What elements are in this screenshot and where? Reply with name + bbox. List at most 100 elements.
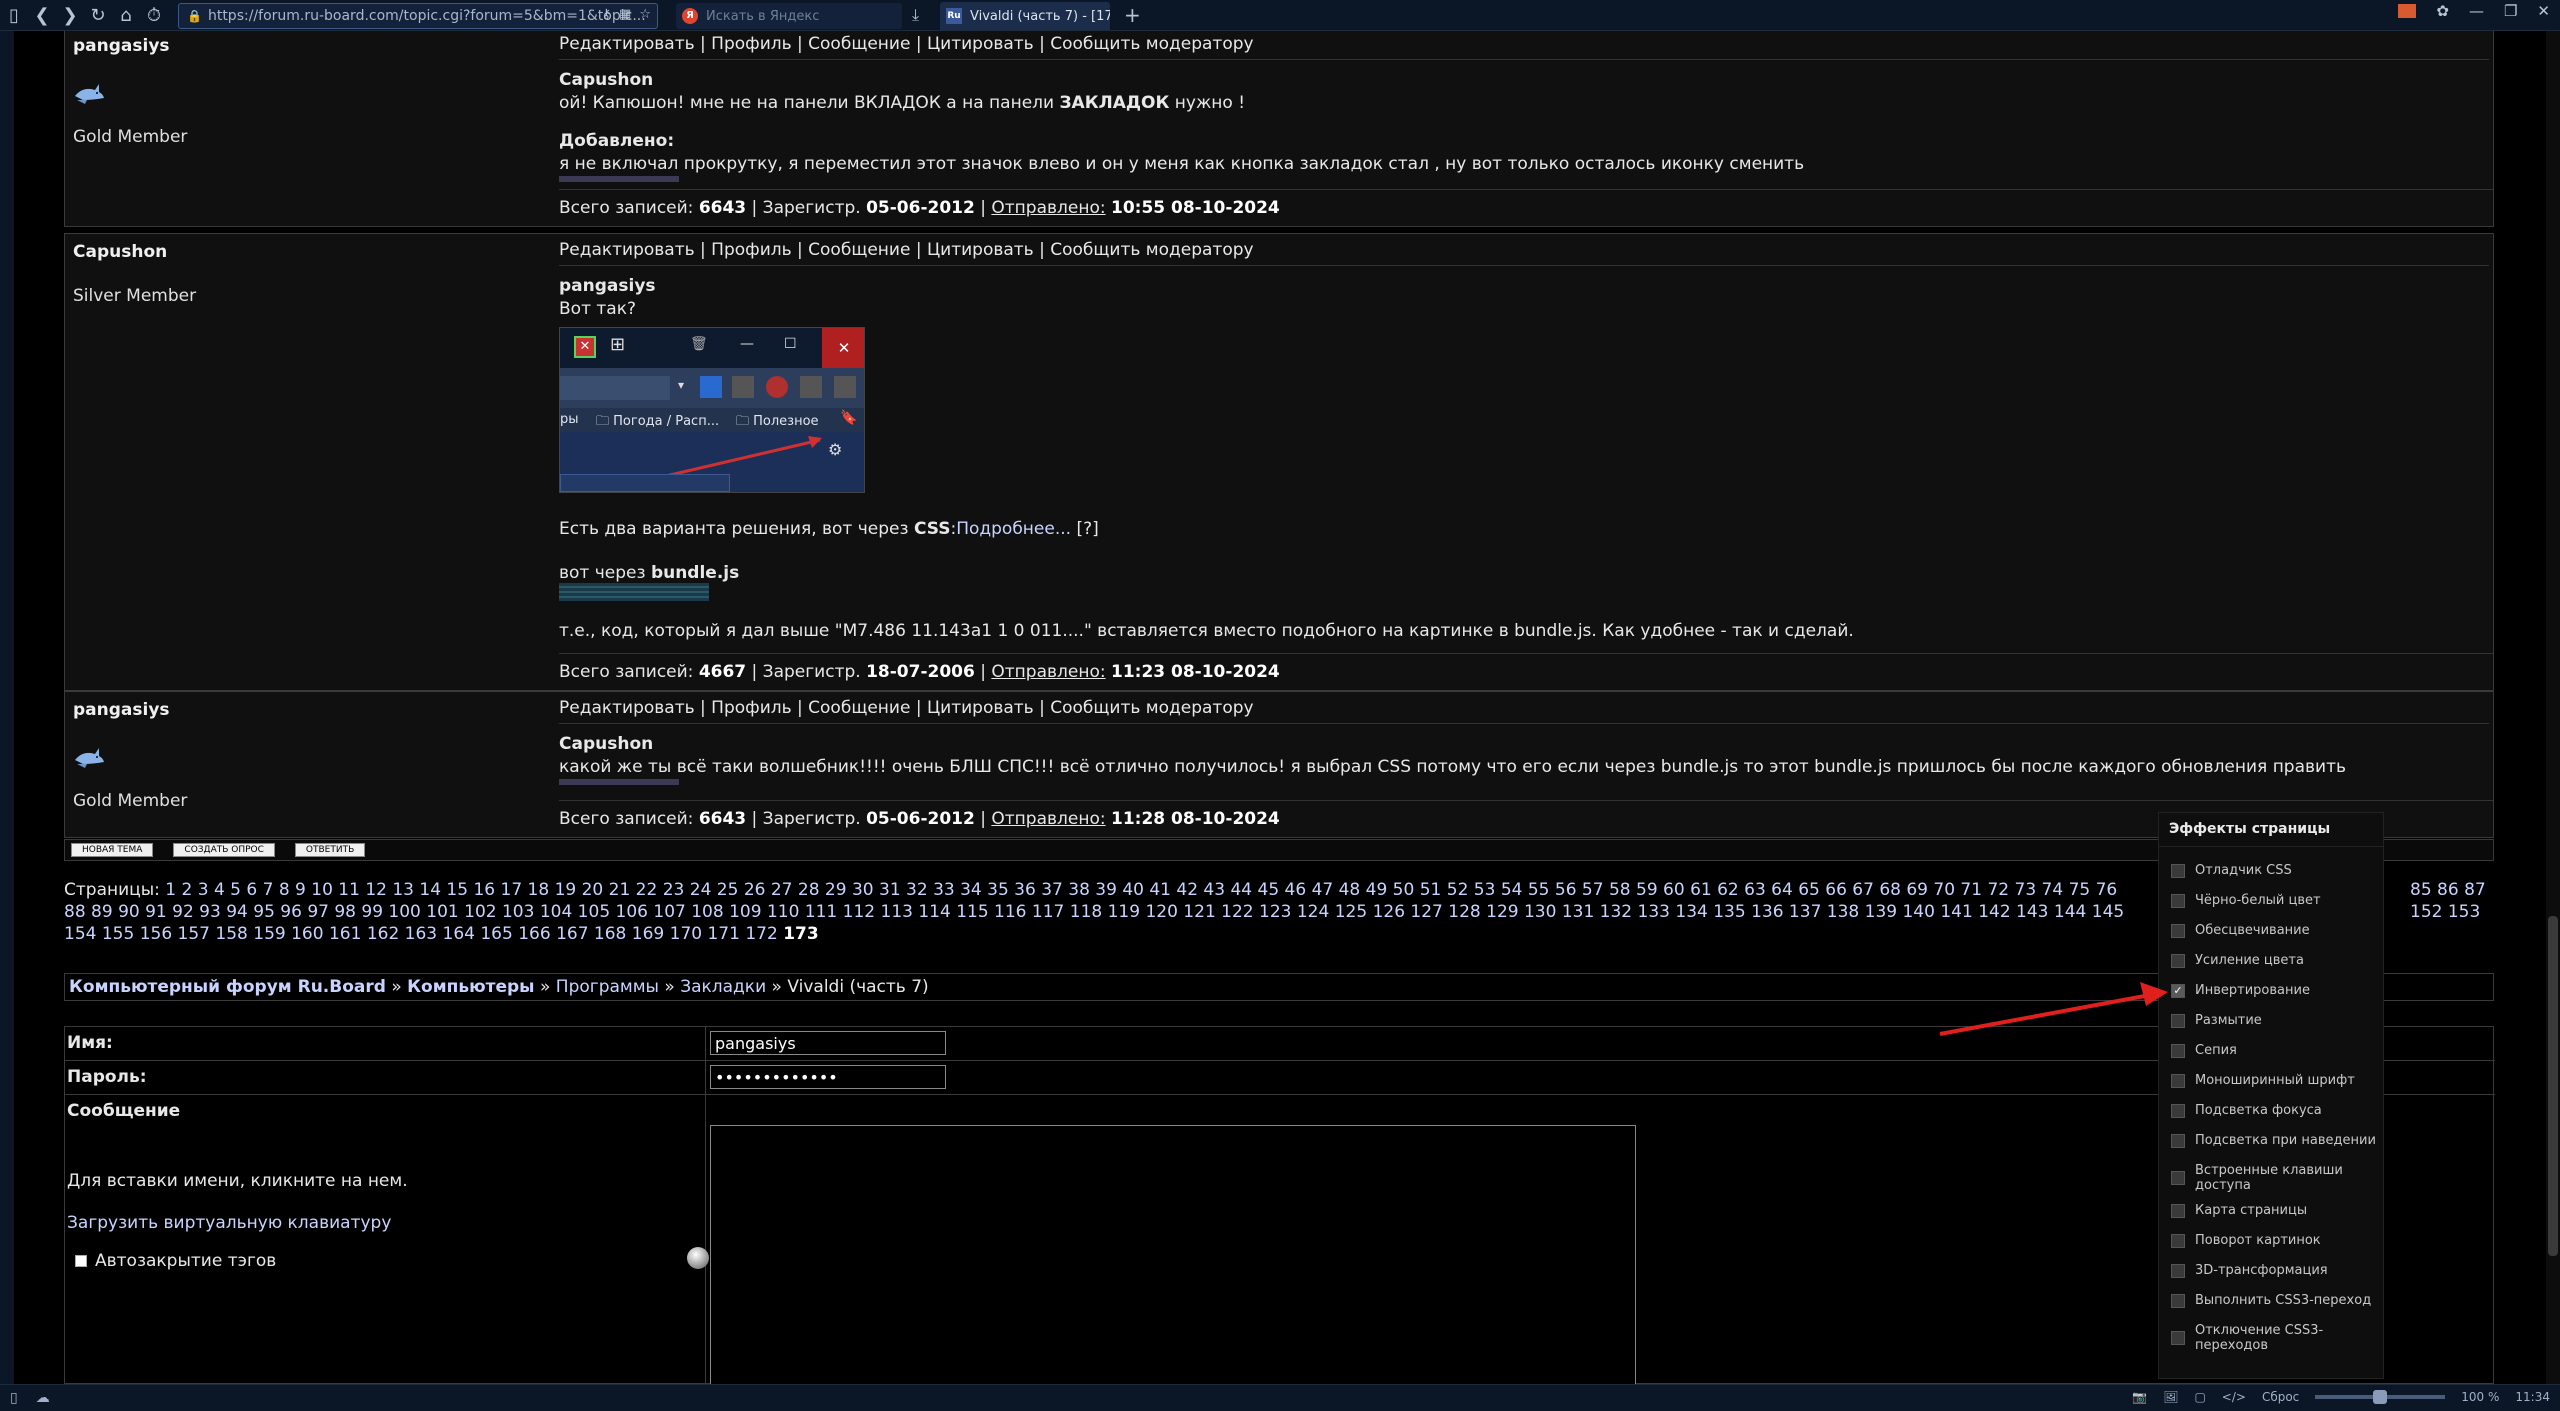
virtual-keyboard-link[interactable]: Загрузить виртуальную клавиатуру <box>67 1213 391 1233</box>
address-bar[interactable]: 🔒 https://forum.ru-board.com/topic.cgi?f… <box>178 3 658 29</box>
autoclose-tags-option[interactable]: Автозакрытие тэгов <box>75 1251 276 1271</box>
effect-checkbox[interactable] <box>2171 1103 2185 1118</box>
effect-option[interactable]: Карта страницы <box>2171 1203 2381 1218</box>
breadcrumb-sub[interactable]: Программы <box>556 977 659 997</box>
effect-option[interactable]: Моноширинный шрифт <box>2171 1073 2381 1088</box>
effect-option[interactable]: Выполнить CSS3-переход <box>2171 1293 2381 1308</box>
effect-checkbox[interactable] <box>2171 893 2185 908</box>
effect-option[interactable]: Усиление цвета <box>2171 953 2381 968</box>
effect-checkbox[interactable] <box>2171 923 2185 938</box>
minimize-icon[interactable]: — <box>2469 2 2484 20</box>
breadcrumb-section[interactable]: Компьютеры <box>407 977 534 997</box>
effect-option[interactable]: Поворот картинок <box>2171 1233 2381 1248</box>
password-label: Пароль: <box>67 1067 147 1087</box>
reply-button[interactable]: ОТВЕТИТЬ <box>294 843 366 857</box>
camera-icon[interactable]: 📷 <box>2132 1390 2147 1404</box>
effect-checkbox[interactable] <box>2171 1013 2185 1028</box>
zoom-slider[interactable] <box>2315 1390 2446 1404</box>
effect-option[interactable]: Отключение CSS3-переходов <box>2171 1323 2381 1353</box>
create-poll-button[interactable]: СОЗДАТЬ ОПРОС <box>173 843 275 857</box>
post-actions[interactable]: Редактировать | Профиль | Сообщение | Ци… <box>559 240 2489 266</box>
reload-icon[interactable]: ↻ <box>84 1 112 29</box>
post-actions[interactable]: Редактировать | Профиль | Сообщение | Ци… <box>559 34 2489 60</box>
effect-option[interactable]: Чёрно-белый цвет <box>2171 893 2381 908</box>
page-scrollbar[interactable] <box>2546 31 2560 1384</box>
speed-dial-icon[interactable]: ⏱ <box>140 1 168 29</box>
page-tile-icon[interactable]: ▢ <box>2194 1390 2205 1404</box>
post-author[interactable]: pangasiys <box>73 36 543 56</box>
effect-checkbox[interactable] <box>2171 953 2185 968</box>
effect-option[interactable]: Отладчик CSS <box>2171 863 2381 878</box>
post-actions[interactable]: Редактировать | Профиль | Сообщение | Ци… <box>559 698 2489 724</box>
maximize-icon[interactable]: ❐ <box>2504 2 2517 20</box>
effect-checkbox[interactable] <box>2171 863 2185 878</box>
panel-toggle-icon[interactable]: ▯ <box>10 1390 18 1406</box>
panel-toggle-icon[interactable]: ▯ <box>0 1 28 29</box>
extensions-icon[interactable]: ✿ <box>2436 2 2449 20</box>
effect-checkbox[interactable] <box>2171 1171 2185 1185</box>
message-textarea[interactable] <box>710 1125 1636 1384</box>
effect-checkbox[interactable] <box>2171 1203 2185 1218</box>
effect-label: Выполнить CSS3-переход <box>2195 1293 2372 1308</box>
zoom-slider-thumb[interactable] <box>2373 1390 2388 1404</box>
qr-icon[interactable]: ▦ <box>619 7 631 22</box>
effect-checkbox[interactable] <box>2171 1133 2185 1148</box>
code-icon[interactable]: </> <box>2222 1390 2246 1404</box>
name-field[interactable]: pangasiys <box>710 1031 946 1055</box>
post-author[interactable]: Capushon <box>73 242 543 262</box>
effect-checkbox[interactable] <box>2171 1263 2185 1278</box>
page-links[interactable]: 1 2 3 4 5 6 7 8 9 10 11 12 13 14 15 16 1… <box>165 880 2117 900</box>
effect-checkbox[interactable] <box>2171 1293 2185 1308</box>
effect-label: 3D-трансформация <box>2195 1263 2328 1278</box>
effect-checkbox[interactable] <box>2171 1043 2185 1058</box>
new-topic-button[interactable]: НОВАЯ ТЕМА <box>71 843 154 857</box>
page-links[interactable]: 154 155 156 157 158 159 160 161 162 163 … <box>64 924 783 944</box>
page-links[interactable]: 88 89 90 91 92 93 94 95 96 97 98 99 100 … <box>64 902 2124 922</box>
effect-checkbox[interactable] <box>2171 1331 2185 1345</box>
more-link[interactable]: Подробнее... <box>956 519 1071 539</box>
post-author[interactable]: pangasiys <box>73 700 543 720</box>
effect-option[interactable]: Размытие <box>2171 1013 2381 1028</box>
effect-label: Отключение CSS3-переходов <box>2195 1323 2324 1353</box>
effect-option[interactable]: Обесцвечивание <box>2171 923 2381 938</box>
bookmark-icon[interactable]: ☆ <box>639 7 651 22</box>
autoclose-checkbox[interactable] <box>75 1255 87 1267</box>
effect-option[interactable]: ✓ Инвертирование <box>2171 983 2381 998</box>
effect-option[interactable]: Подсветка фокуса <box>2171 1103 2381 1118</box>
post-text: какой же ты всё таки волшебник!!!! очень… <box>559 757 2347 777</box>
effect-checkbox[interactable] <box>2171 1233 2185 1248</box>
back-icon[interactable]: ❮ <box>28 1 56 29</box>
pagination-label: Страницы: <box>64 880 166 900</box>
password-field[interactable]: ••••••••••••• <box>710 1065 946 1089</box>
page-links[interactable]: 85 86 87 <box>2410 879 2486 901</box>
forward-icon[interactable]: ❯ <box>56 1 84 29</box>
image-icon[interactable]: 🖼 <box>2163 1390 2178 1404</box>
breadcrumb-bookmarks[interactable]: Закладки <box>680 977 766 997</box>
close-icon[interactable]: ✕ <box>2537 2 2550 20</box>
signature-image <box>559 779 679 785</box>
screenshot-bookmark-bar: ры 🗀 Погода / Расп... 🗀 Полезное 🔖 <box>560 408 864 432</box>
smiley-icon[interactable] <box>687 1247 709 1269</box>
scrollbar-thumb[interactable] <box>2548 916 2558 1256</box>
breadcrumb-forum[interactable]: Компьютерный форум Ru.Board <box>69 977 386 997</box>
effect-option[interactable]: 3D-трансформация <box>2171 1263 2381 1278</box>
tab-vivaldi-topic[interactable]: Ru Vivaldi (часть 7) - [173] :: F <box>940 2 1110 30</box>
key-icon[interactable]: ⚷ <box>602 7 612 22</box>
divider <box>559 189 2493 190</box>
yandex-icon: Я <box>682 8 698 24</box>
effect-option[interactable]: Подсветка при наведении <box>2171 1133 2381 1148</box>
mail-icon[interactable] <box>2398 4 2417 18</box>
effect-option[interactable]: Сепия <box>2171 1043 2381 1058</box>
download-icon[interactable]: ⤓ <box>912 5 919 25</box>
zoom-level: 100 % <box>2461 1390 2500 1404</box>
page-links[interactable]: 152 153 <box>2410 901 2480 923</box>
quote-author: Capushon <box>559 734 654 754</box>
new-tab-button[interactable]: + <box>1124 3 1141 27</box>
effect-checkbox[interactable] <box>2171 1073 2185 1088</box>
effect-checkbox[interactable]: ✓ <box>2171 983 2185 998</box>
reset-zoom-button[interactable]: Сброс <box>2262 1390 2299 1404</box>
effect-option[interactable]: Встроенные клавиши доступа <box>2171 1163 2381 1193</box>
home-icon[interactable]: ⌂ <box>112 1 140 29</box>
search-input[interactable]: Я Искать в Яндекс <box>676 3 902 29</box>
sync-icon[interactable]: ☁ <box>36 1390 50 1406</box>
